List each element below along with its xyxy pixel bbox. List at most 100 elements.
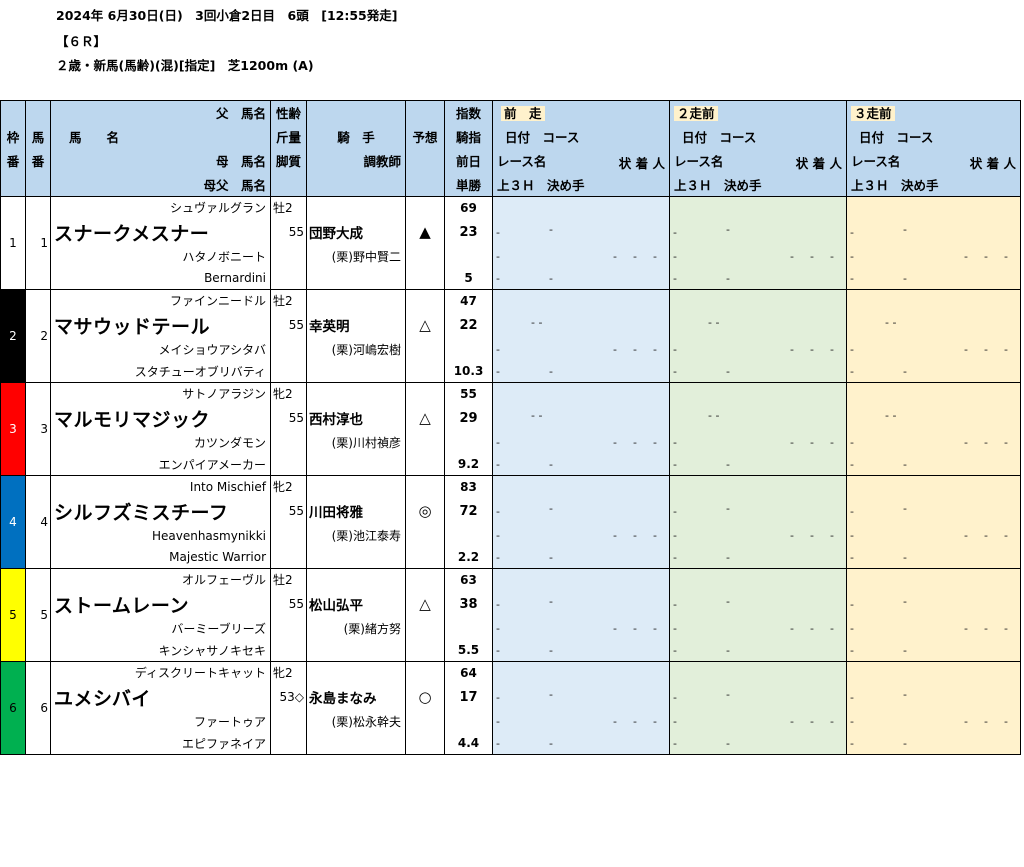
horse-4-row-4: Majestic Warrior 2.2- - - - - - <box>1 546 1021 569</box>
sire-name: Into Mischief <box>50 475 271 498</box>
blank-4 <box>270 267 307 290</box>
prev-style-dash: - <box>903 457 907 471</box>
prev-finish-dash: - <box>633 435 637 449</box>
horse-name[interactable]: ストームレーン <box>50 590 271 618</box>
horse-name[interactable]: ユメシバイ <box>50 683 271 711</box>
index-value: 64 <box>444 661 493 684</box>
prev-racename-dash: - <box>850 622 854 635</box>
jockey-name[interactable]: 団野大成 <box>306 218 406 246</box>
header-row-4: 母父 馬名 単勝 上３Ｈ 決め手 上３Ｈ 決め手 上３Ｈ 決め手 <box>0 172 1021 197</box>
prev-status-dash: - <box>964 342 968 356</box>
prev-finish-dash: - <box>810 342 814 356</box>
prev1-title-cell: 前 走 <box>492 100 670 125</box>
prev-racename-dash: - <box>496 250 500 263</box>
jockey-name[interactable]: 永島まなみ <box>306 683 406 711</box>
prev-status-dash: - <box>964 528 968 542</box>
prev-date-dash: - <box>850 504 854 518</box>
dam-name: バーミーブリーズ <box>50 617 271 640</box>
prev-racename-dash: - <box>496 715 500 728</box>
blank-5 <box>306 453 406 476</box>
prev-racename-dash: - <box>850 343 854 356</box>
prev-race-dash: - - <box>708 315 720 329</box>
prev2-cell: -- <box>669 683 847 711</box>
prev3-cell: -- <box>846 732 1021 755</box>
prev3-cell: -- <box>846 453 1021 476</box>
horse-number: 2 <box>25 289 51 383</box>
blank-6 <box>405 453 445 476</box>
jockey-name[interactable]: 西村淳也 <box>306 404 406 432</box>
jockey-blank <box>306 568 406 591</box>
prev3-cell <box>846 196 1021 219</box>
race-conditions: ２歳・新馬(馬齢)(混)[指定] 芝1200m (A) <box>56 58 314 73</box>
dam-name: メイショウアシタバ <box>50 338 271 361</box>
prev-date-dash: - <box>496 690 500 704</box>
prev-style-dash: - <box>549 643 553 657</box>
trainer-name: (栗)川村禎彦 <box>306 431 406 454</box>
horse-name[interactable]: シルフズミスチーフ <box>50 497 271 525</box>
prev-course-dash: - <box>726 594 730 608</box>
prev3-cell: -- <box>846 497 1021 525</box>
prev-racename-dash: - <box>673 343 677 356</box>
prev-race-dash: - - <box>531 315 543 329</box>
style-blank <box>270 431 307 454</box>
header-row-1: 父 馬名 性齢 指数 前 走 ２走前 ３走前 <box>0 100 1021 125</box>
prev1-date-course-header: 日付 コース <box>492 124 670 149</box>
waku-header-blank-2 <box>0 172 26 197</box>
prev-status-dash: - <box>613 249 617 263</box>
prev1-cell: - - <box>492 404 670 432</box>
horse-1-row-2: スナークメスナー 55 団野大成 ▲ 23- - - - - - <box>1 218 1021 246</box>
horse-6-row-4: エピファネイア 4.4- - - - - - <box>1 732 1021 755</box>
weight: 55 <box>270 497 307 525</box>
style-blank <box>270 338 307 361</box>
prev-status-dash: - <box>613 435 617 449</box>
header-row-2: 枠 馬 馬 名 斤量 騎 手 予想 騎指 日付 コース 日付 コース 日付 コー… <box>0 124 1021 149</box>
prev3-cell <box>846 568 1021 591</box>
prev3-cell: -- <box>846 267 1021 290</box>
horse-3-row-2: マルモリマジック 55 西村淳也 △ 29 - - - - - - <box>1 404 1021 432</box>
jockey-name[interactable]: 幸英明 <box>306 311 406 339</box>
odds-value: 9.2 <box>444 453 493 476</box>
horse-name[interactable]: マルモリマジック <box>50 404 271 432</box>
jockey-name[interactable]: 川田将雅 <box>306 497 406 525</box>
jockey-blank <box>306 475 406 498</box>
waku-header-blank <box>0 100 26 125</box>
prev1-cell <box>492 475 670 498</box>
prev-race-dash: - - <box>885 408 897 422</box>
prev2-cell: ---- <box>669 710 847 733</box>
prev-day-value <box>444 617 493 640</box>
prev-finish-dash: - <box>810 528 814 542</box>
trainer-name: (栗)河嶋宏樹 <box>306 338 406 361</box>
mark-blank-2 <box>405 524 445 547</box>
prev-pop-dash: - <box>653 435 657 449</box>
prev-pop-dash: - <box>1004 249 1008 263</box>
prev-racename-dash: - <box>496 436 500 449</box>
jockey-name[interactable]: 松山弘平 <box>306 590 406 618</box>
jockey-index: 22 <box>444 311 493 339</box>
prev1-cell: ---- <box>492 431 670 454</box>
prev-style-dash: - <box>903 643 907 657</box>
style-blank <box>270 524 307 547</box>
mark-blank <box>405 382 445 405</box>
horse-name[interactable]: マサウッドテール <box>50 311 271 339</box>
prev-pop-dash: - <box>1004 435 1008 449</box>
prev-pop-dash: - <box>653 528 657 542</box>
prev-status-dash: - <box>790 714 794 728</box>
mark-blank-2 <box>405 338 445 361</box>
prev2-cell: ---- <box>669 245 847 268</box>
prev-date-dash: - <box>850 597 854 611</box>
index-value: 83 <box>444 475 493 498</box>
prev2-title: ２走前 <box>674 106 718 122</box>
prev-racename-dash: - <box>850 250 854 263</box>
prediction-header: 予想 <box>405 124 445 149</box>
prev-pop-dash: - <box>830 714 834 728</box>
blank-header-5 <box>306 172 406 197</box>
prev-pop-dash: - <box>1004 342 1008 356</box>
prev-course-dash: - <box>726 687 730 701</box>
weight: 53◇ <box>270 683 307 711</box>
prev-day-value <box>444 338 493 361</box>
prev-course-dash: - <box>903 594 907 608</box>
horse-name[interactable]: スナークメスナー <box>50 218 271 246</box>
prev2-cell <box>669 196 847 219</box>
prev3-status-label: 状 着 人 <box>969 155 1016 171</box>
jockey-blank <box>306 382 406 405</box>
